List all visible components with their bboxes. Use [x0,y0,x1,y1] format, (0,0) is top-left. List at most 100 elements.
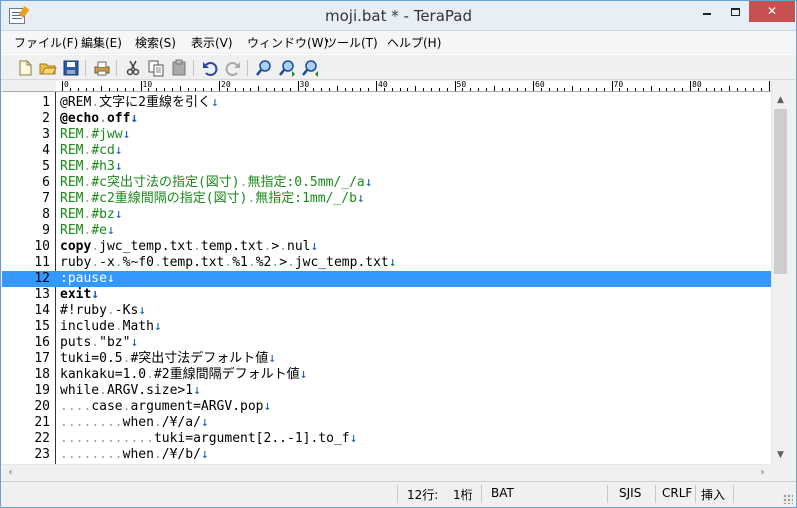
status-newline: CRLF [662,486,693,500]
ruler-tick [729,86,731,91]
vertical-scroll-thumb[interactable] [774,109,787,274]
ruler-tick [336,86,338,91]
ruler-tick [289,88,291,91]
ruler-tick [603,88,605,91]
editor-line[interactable]: 16 puts."bz"↓ [2,335,771,351]
ruler-tick [674,88,676,91]
ruler-label: 30 [299,81,310,89]
ruler-tick [690,81,691,91]
menu-view[interactable]: 表示(V) [191,34,233,51]
line-number: 18 [34,367,50,382]
ruler-tick [203,88,205,91]
editor-line[interactable]: 23 ........when./¥/b/↓ [2,447,771,463]
editor-line[interactable]: 1 @REM.文字に2重線を引く↓ [2,95,771,111]
editor-line[interactable]: 13 exit↓ [2,287,771,303]
editor-line[interactable]: 17 tuki=0.5.#突出寸法デフォルト値↓ [2,351,771,367]
line-number: 22 [34,431,50,446]
open-folder-icon[interactable] [39,59,57,77]
paste-icon[interactable] [170,59,188,77]
line-text: while.ARGV.size>1↓ [60,383,201,398]
redo-icon[interactable] [224,59,242,77]
editor-line[interactable]: 19 while.ARGV.size>1↓ [2,383,771,399]
editor-line[interactable]: 9 REM.#e↓ [2,223,771,239]
ruler-label: 60 [535,81,545,89]
ruler-tick [525,88,527,91]
resize-grip-icon[interactable] [783,494,793,504]
menu-window[interactable]: ウィンドウ(W) [247,34,328,51]
status-file-type: BAT [491,486,514,500]
editor-line[interactable]: 21 ........when./¥/a/↓ [2,415,771,431]
line-number: 20 [34,399,50,414]
ruler-tick [509,88,511,91]
find-icon[interactable] [255,59,273,77]
editor-line[interactable]: 15 include.Math↓ [2,319,771,335]
editor-line[interactable]: 8 REM.#bz↓ [2,207,771,223]
minimize-button[interactable] [693,1,721,22]
ruler-tick [391,88,393,91]
ruler-tick [164,88,166,91]
save-icon[interactable] [62,59,80,77]
ruler-label: 20 [221,81,231,89]
editor-line[interactable]: 18 kankaku=1.0.#2重線間隔デフォルト値↓ [2,367,771,383]
menu-edit[interactable]: 編集(E) [81,34,122,51]
ruler-tick [407,88,409,91]
menu-file[interactable]: ファイル(F) [14,34,78,51]
line-number: 15 [34,319,50,334]
title-bar[interactable]: moji.bat * - TeraPad ✕ [1,1,796,31]
status-encoding: SJIS [619,486,642,500]
line-number: 5 [42,159,50,174]
line-number: 19 [34,383,50,398]
copy-icon[interactable] [147,59,165,77]
ruler-tick [368,88,370,91]
find-next-icon[interactable] [278,59,296,77]
undo-icon[interactable] [201,59,219,77]
scroll-right-arrow-icon[interactable]: › [754,465,771,482]
line-text: ........when./¥/a/↓ [60,415,209,430]
editor-line[interactable]: 7 REM.#c2重線間隔の指定(図寸).無指定:1mm/_/b↓ [2,191,771,207]
ruler-tick [485,88,487,91]
text-editor[interactable]: 1 @REM.文字に2重線を引く↓ 2 @echo.off↓ 3 REM.#jww↓ 4 RE… [2,92,771,464]
editor-line[interactable]: 20 ....case.argument=ARGV.pop↓ [2,399,771,415]
editor-line[interactable]: 10 copy.jwc_temp.txt.temp.txt.>.nul↓ [2,239,771,255]
close-button[interactable]: ✕ [749,1,795,22]
ruler-tick [124,88,126,91]
ruler-tick [737,88,739,91]
editor-line[interactable]: 4 REM.#cd↓ [2,143,771,159]
editor-line[interactable]: 12:pause↓ [2,271,771,287]
new-file-icon[interactable] [16,59,34,77]
ruler-tick [454,81,456,91]
line-text: exit↓ [60,287,100,302]
line-number: 2 [42,111,50,126]
editor-line[interactable]: 22 ............tuki=argument[2..-1].to_f↓ [2,431,771,447]
find-prev-icon[interactable] [301,59,319,77]
vertical-scrollbar[interactable]: ▲ ▼ [771,81,788,464]
line-number: 7 [42,191,50,206]
editor-line[interactable]: 3 REM.#jww↓ [2,127,771,143]
editor-line[interactable]: 2 @echo.off↓ [2,111,771,127]
line-number: 4 [42,143,50,158]
scroll-left-arrow-icon[interactable]: ‹ [2,465,19,482]
scroll-down-arrow-icon[interactable]: ▼ [772,447,789,464]
ruler-tick [635,88,637,91]
editor-line[interactable]: 11 ruby.-x.%~f0.temp.txt.%1.%2.>.jwc_temp… [2,255,771,271]
line-number: 10 [34,239,50,254]
ruler-tick [116,88,118,91]
line-number: 16 [34,335,50,350]
ruler-tick [85,88,87,91]
line-text: REM.#bz↓ [60,207,123,222]
status-separator [655,485,656,503]
scroll-up-arrow-icon[interactable]: ▲ [772,92,789,109]
menu-search[interactable]: 検索(S) [135,34,176,51]
editor-line[interactable]: 5 REM.#h3↓ [2,159,771,175]
menu-help[interactable]: ヘルプ(H) [387,34,441,51]
menu-tools[interactable]: ツール(T) [325,34,378,51]
line-text: @echo.off↓ [60,111,139,126]
editor-line[interactable]: 14 #!ruby.-Ks↓ [2,303,771,319]
maximize-button[interactable] [721,1,749,22]
line-text: REM.#jww↓ [60,127,131,142]
ruler-tick [219,81,220,91]
editor-line[interactable]: 6 REM.#c突出寸法の指定(図寸).無指定:0.5mm/_/a↓ [2,175,771,191]
horizontal-scrollbar[interactable]: ‹ › [2,464,771,481]
print-icon[interactable] [93,59,111,77]
cut-icon[interactable] [124,59,142,77]
